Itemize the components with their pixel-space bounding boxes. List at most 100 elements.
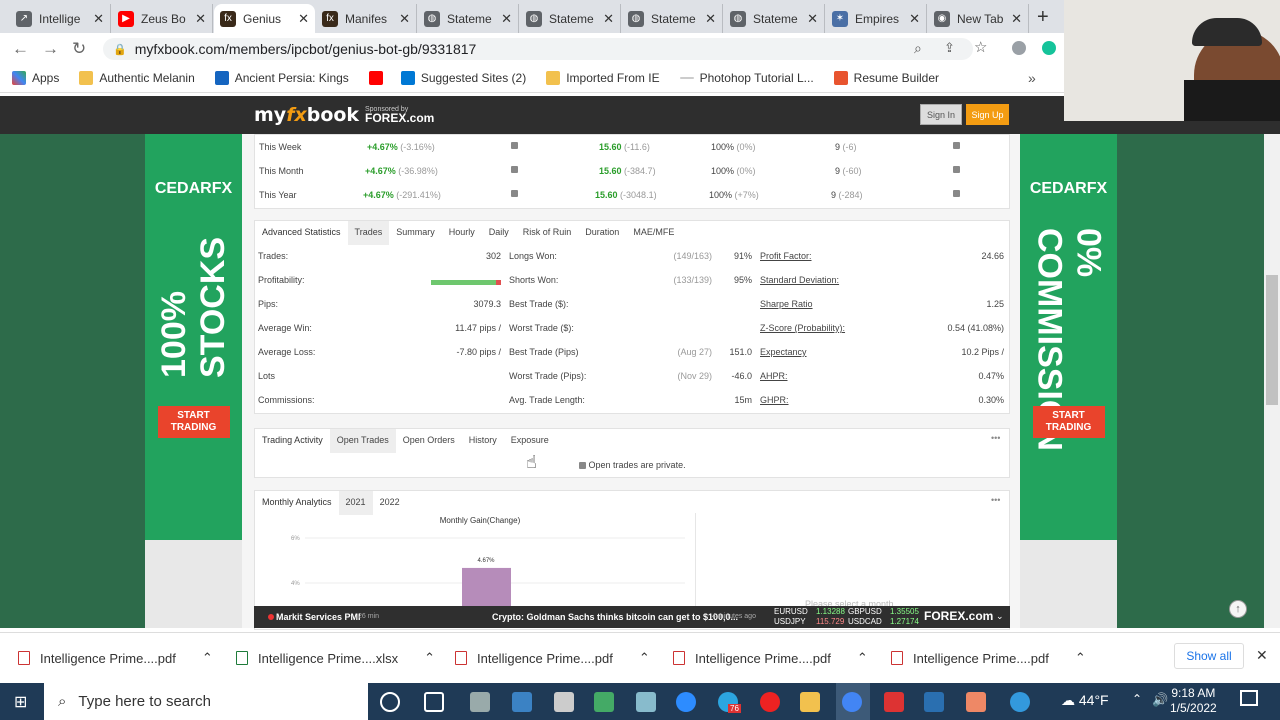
close-icon[interactable]: ✕: [93, 11, 104, 27]
browser-tab[interactable]: ✶ Empires ✕: [826, 4, 927, 33]
tab-duration[interactable]: Duration: [578, 221, 626, 245]
star-icon[interactable]: ☆: [974, 38, 987, 56]
chevron-up-icon[interactable]: ⌃: [424, 650, 435, 666]
calculator-icon[interactable]: [470, 692, 490, 712]
tab-hourly[interactable]: Hourly: [442, 221, 482, 245]
chevron-up-icon[interactable]: ⌃: [639, 650, 650, 666]
windows-start-icon[interactable]: ⊞: [14, 692, 27, 712]
taskbar-search[interactable]: ⌕ Type here to search: [44, 683, 368, 720]
bookmark-apps[interactable]: Apps: [12, 71, 59, 85]
browser-tab[interactable]: ◍ Stateme ✕: [622, 4, 723, 33]
grammarly-icon[interactable]: [1042, 41, 1056, 55]
tab-daily[interactable]: Daily: [482, 221, 516, 245]
tray-chevron-icon[interactable]: ⌃: [1132, 692, 1142, 706]
bookmarks-overflow[interactable]: »: [1028, 70, 1036, 86]
stat-label[interactable]: Profit Factor:: [760, 251, 812, 261]
file-explorer-icon[interactable]: [800, 692, 820, 712]
tab-2022[interactable]: 2022: [373, 491, 407, 515]
browser-tab[interactable]: ▶ Zeus Bo ✕: [112, 4, 213, 33]
reload-icon[interactable]: ↻: [72, 39, 86, 59]
download-item[interactable]: Intelligence Prime....xlsx ⌃: [236, 650, 435, 666]
browser-tab-active[interactable]: fx Genius ✕: [214, 4, 315, 33]
myfxbook-logo[interactable]: myfxbook: [254, 104, 359, 126]
app-icon[interactable]: [636, 692, 656, 712]
bookmark-item[interactable]: Authentic Melanin: [79, 71, 195, 85]
tab-open-orders[interactable]: Open Orders: [396, 429, 462, 453]
close-icon[interactable]: ✕: [909, 11, 920, 27]
bookmark-item[interactable]: Imported From IE: [546, 71, 660, 85]
close-icon[interactable]: ✕: [195, 11, 206, 27]
stat-label[interactable]: AHPR:: [760, 371, 788, 381]
stat-label[interactable]: Expectancy: [760, 347, 807, 357]
browser-tab[interactable]: ◍ Stateme ✕: [520, 4, 621, 33]
stat-label[interactable]: GHPR:: [760, 395, 789, 405]
app-icon[interactable]: [554, 692, 574, 712]
download-item[interactable]: Intelligence Prime....pdf ⌃: [18, 650, 213, 666]
bookmark-item[interactable]: Ancient Persia: Kings: [214, 71, 349, 85]
download-item[interactable]: Intelligence Prime....pdf ⌃: [891, 650, 1086, 666]
close-icon[interactable]: ✕: [1011, 11, 1022, 27]
right-ad-banner[interactable]: CEDARFX 0% COMMISSION START TRADING: [1020, 134, 1117, 540]
notifications-icon[interactable]: [1240, 690, 1258, 706]
tab-exposure[interactable]: Exposure: [504, 429, 556, 453]
stat-label[interactable]: Standard Deviation:: [760, 275, 839, 285]
tab-history[interactable]: History: [462, 429, 504, 453]
stat-label[interactable]: Sharpe Ratio: [760, 299, 813, 309]
app-icon[interactable]: [966, 692, 986, 712]
bookmark-item[interactable]: Suggested Sites (2): [400, 71, 526, 85]
browser-tab[interactable]: ↗ Intellige ✕: [10, 4, 111, 33]
extension-icon[interactable]: [1012, 41, 1026, 55]
close-icon[interactable]: ✕: [298, 11, 309, 27]
stat-label[interactable]: Z-Score (Probability):: [760, 323, 845, 333]
left-ad-banner[interactable]: CEDARFX 100% STOCKS START TRADING: [145, 134, 242, 540]
forward-icon[interactable]: →: [42, 39, 59, 59]
close-icon[interactable]: ✕: [399, 11, 410, 27]
bar[interactable]: [462, 567, 511, 608]
new-tab-button[interactable]: +: [1037, 6, 1049, 29]
opera-icon[interactable]: [760, 692, 780, 712]
url-bar[interactable]: 🔒 myfxbook.com/members/ipcbot/genius-bot…: [103, 38, 973, 60]
cortana-icon[interactable]: [380, 692, 400, 712]
close-icon[interactable]: ✕: [1256, 647, 1268, 664]
bookmark-item[interactable]: Resume Builder: [833, 71, 939, 85]
app-icon[interactable]: [594, 692, 614, 712]
volume-icon[interactable]: 🔊: [1152, 692, 1168, 708]
tab-risk-of-ruin[interactable]: Risk of Ruin: [516, 221, 579, 245]
app-icon[interactable]: [512, 692, 532, 712]
browser-tab[interactable]: ◍ Stateme ✕: [418, 4, 519, 33]
taskbar-clock[interactable]: 9:18 AM 1/5/2022: [1170, 686, 1217, 716]
chevron-up-icon[interactable]: ⌃: [857, 650, 868, 666]
task-view-icon[interactable]: [424, 692, 444, 712]
app-icon[interactable]: [884, 692, 904, 712]
back-icon[interactable]: ←: [12, 39, 29, 59]
share-icon[interactable]: ⇪: [944, 40, 955, 56]
chevron-down-icon[interactable]: ⌄: [996, 611, 1004, 622]
tab-trades[interactable]: Trades: [347, 221, 390, 245]
zoom-icon[interactable]: ⌕: [914, 40, 922, 57]
ticker-brand[interactable]: FOREX.com: [924, 609, 993, 623]
bookmark-item[interactable]: [368, 71, 389, 85]
tab-mae-mfe[interactable]: MAE/MFE: [626, 221, 681, 245]
tab-summary[interactable]: Summary: [389, 221, 442, 245]
scrollbar-thumb[interactable]: [1266, 275, 1278, 405]
download-item[interactable]: Intelligence Prime....pdf ⌃: [455, 650, 650, 666]
close-icon[interactable]: ✕: [705, 11, 716, 27]
browser-tab[interactable]: fx Manifes ✕: [316, 4, 417, 33]
zoom-app-icon[interactable]: [676, 692, 696, 712]
more-menu-icon[interactable]: •••: [991, 495, 1000, 505]
ad-cta-button[interactable]: START TRADING: [157, 406, 230, 438]
chevron-up-icon[interactable]: ⌃: [1075, 650, 1086, 666]
close-icon[interactable]: ✕: [807, 11, 818, 27]
browser-tab[interactable]: ◉ New Tab ✕: [928, 4, 1029, 33]
show-all-button[interactable]: Show all: [1174, 643, 1244, 669]
tab-open-trades[interactable]: Open Trades: [329, 429, 396, 453]
ad-cta-button[interactable]: START TRADING: [1032, 406, 1105, 438]
ticker-news2[interactable]: Crypto: Goldman Sachs thinks bitcoin can…: [492, 612, 738, 622]
bookmark-item[interactable]: Photohop Tutorial L...: [679, 71, 814, 85]
download-item[interactable]: Intelligence Prime....pdf ⌃: [673, 650, 868, 666]
close-icon[interactable]: ✕: [603, 11, 614, 27]
help-icon[interactable]: [1010, 692, 1030, 712]
tab-2021[interactable]: 2021: [338, 491, 373, 515]
sign-up-button[interactable]: Sign Up: [966, 104, 1009, 125]
more-menu-icon[interactable]: •••: [991, 433, 1000, 443]
